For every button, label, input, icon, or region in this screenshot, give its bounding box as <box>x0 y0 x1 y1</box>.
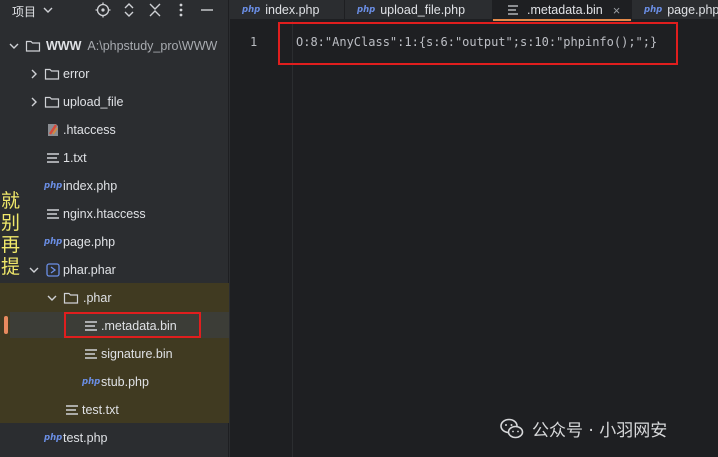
tab-bar: php index.php php upload_file.php .metad… <box>230 0 718 21</box>
tree-item-phar-phar[interactable]: phar.phar <box>0 256 229 284</box>
tab-label: .metadata.bin <box>527 3 603 17</box>
line-number: 1 <box>250 35 258 49</box>
side-annotation-text: 就 别 再 提 <box>1 190 21 278</box>
project-panel-header: 项目 <box>0 0 229 20</box>
tree-item-label: error <box>63 67 90 81</box>
tree-item-path: A:\phpstudy_pro\WWW <box>87 39 218 53</box>
tree-item-index-php[interactable]: php index.php <box>0 172 229 200</box>
tree-item-test-txt[interactable]: test.txt <box>0 396 229 424</box>
side-annotation-char: 就 <box>1 190 21 212</box>
chevron-right-icon[interactable] <box>28 96 40 108</box>
tree-item-stub-php[interactable]: php stub.php <box>0 368 229 396</box>
watermark: 公众号 · 小羽网安 <box>500 416 667 441</box>
text-file-icon <box>47 209 59 219</box>
editor: php index.php php upload_file.php .metad… <box>230 0 718 457</box>
project-panel: 项目 WWW A:\phpstudy_pro\WWW error upload_f… <box>0 0 229 457</box>
tree-item-www[interactable]: WWW A:\phpstudy_pro\WWW <box>0 32 229 60</box>
side-annotation-char: 提 <box>1 256 21 278</box>
archive-icon <box>46 263 60 277</box>
gutter-separator <box>292 21 293 457</box>
tree-item-label: phar.phar <box>63 263 116 277</box>
tab-metadata-bin[interactable]: .metadata.bin × <box>493 0 632 21</box>
tree-item-label: WWW <box>46 39 82 53</box>
php-file-icon: php <box>242 5 261 15</box>
tab-label: page.php <box>667 3 718 17</box>
php-file-icon: php <box>44 237 63 247</box>
folder-icon <box>44 68 60 80</box>
tab-label: index.php <box>265 3 320 17</box>
annotation-box-metadata <box>64 312 201 338</box>
tree-item-label: .htaccess <box>63 123 116 137</box>
annotation-box-code <box>278 22 678 65</box>
close-icon[interactable]: × <box>613 3 621 18</box>
chevron-down-icon[interactable] <box>8 40 20 52</box>
php-file-icon: php <box>44 433 63 443</box>
tree-item-1-txt[interactable]: 1.txt <box>0 144 229 172</box>
php-file-icon: php <box>44 181 63 191</box>
php-file-icon: php <box>82 377 101 387</box>
tree-item-test-php[interactable]: php test.php <box>0 424 229 452</box>
tree-item-signature-bin[interactable]: signature.bin <box>0 340 229 368</box>
tree-item-label: 1.txt <box>63 151 87 165</box>
project-panel-title[interactable]: 项目 <box>12 3 36 20</box>
text-file-icon <box>66 405 78 415</box>
tree-item-upload-file[interactable]: upload_file <box>0 88 229 116</box>
chevron-right-icon[interactable] <box>28 68 40 80</box>
tree-item-page-php[interactable]: php page.php <box>0 228 229 256</box>
text-file-icon <box>47 153 59 163</box>
side-annotation-char: 再 <box>1 234 21 256</box>
expand-all-icon[interactable] <box>121 2 137 18</box>
locate-icon[interactable] <box>95 2 111 18</box>
chevron-down-icon[interactable] <box>28 264 40 276</box>
text-file-icon <box>508 5 518 15</box>
folder-icon <box>63 292 79 304</box>
tree-item-nginx-htaccess[interactable]: nginx.htaccess <box>0 200 229 228</box>
tree-item-label: .phar <box>83 291 112 305</box>
tree-item-label: index.php <box>63 179 118 193</box>
watermark-text: 公众号 · 小羽网安 <box>532 421 668 441</box>
options-icon[interactable] <box>173 2 189 18</box>
side-annotation-char: 别 <box>1 212 21 234</box>
tree-item-label: stub.php <box>101 375 149 389</box>
tree-item-label: upload_file <box>63 95 124 109</box>
tab-index-php[interactable]: php index.php <box>230 0 345 20</box>
tree-item-label: nginx.htaccess <box>63 207 146 221</box>
htaccess-file-icon <box>48 124 58 136</box>
text-file-icon <box>85 349 97 359</box>
folder-icon <box>25 40 41 52</box>
tree-item-htaccess[interactable]: .htaccess <box>0 116 229 144</box>
tree-item-error[interactable]: error <box>0 60 229 88</box>
chevron-down-icon[interactable] <box>41 2 55 18</box>
php-file-icon: php <box>357 5 376 15</box>
tree-item-label: page.php <box>63 235 116 249</box>
tab-upload-file-php[interactable]: php upload_file.php <box>345 0 493 20</box>
tree-item-label: test.php <box>63 431 108 445</box>
php-file-icon: php <box>644 5 663 15</box>
wechat-icon <box>500 418 524 438</box>
chevron-down-icon[interactable] <box>46 292 58 304</box>
tree-item-label: signature.bin <box>101 347 173 361</box>
hide-panel-icon[interactable] <box>199 2 215 18</box>
tab-label: upload_file.php <box>380 3 466 17</box>
line-number-gutter <box>230 21 292 457</box>
tree-item-dot-phar[interactable]: .phar <box>0 284 229 312</box>
tree-item-label: test.txt <box>82 403 119 417</box>
tab-page-php[interactable]: php page.php <box>632 0 718 20</box>
folder-icon <box>44 96 60 108</box>
collapse-all-icon[interactable] <box>147 2 163 18</box>
